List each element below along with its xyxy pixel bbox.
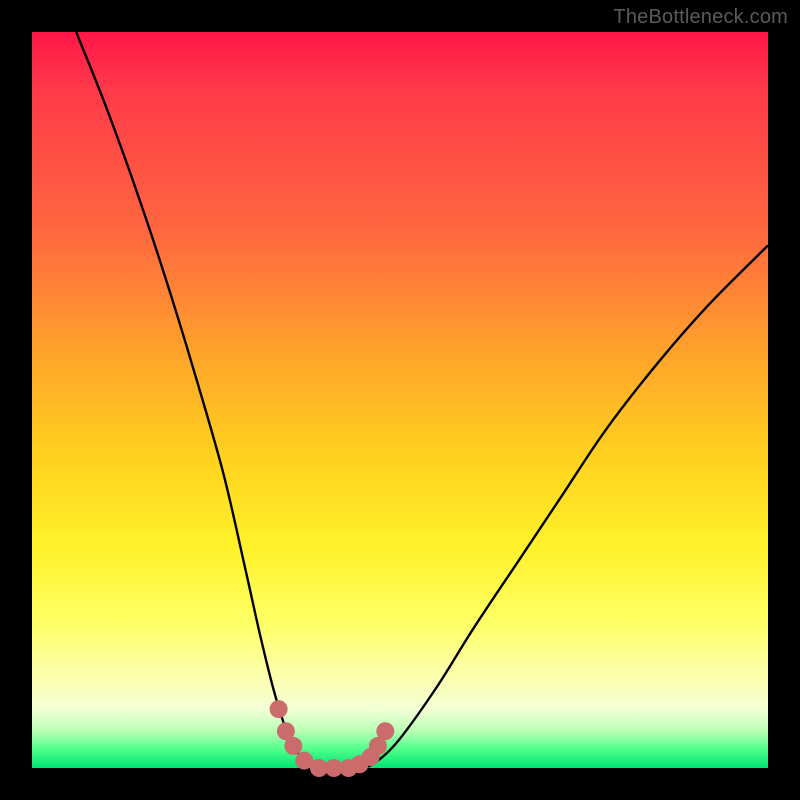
watermark-text: TheBottleneck.com [613,6,788,29]
bottleneck-curve [76,32,768,769]
sweet-spot-dot [270,700,288,718]
sweet-spot-markers [270,700,395,777]
chart-frame: TheBottleneck.com [0,0,800,800]
sweet-spot-dot [284,737,302,755]
sweet-spot-dot [376,722,394,740]
chart-svg [32,32,768,768]
plot-area [32,32,768,768]
